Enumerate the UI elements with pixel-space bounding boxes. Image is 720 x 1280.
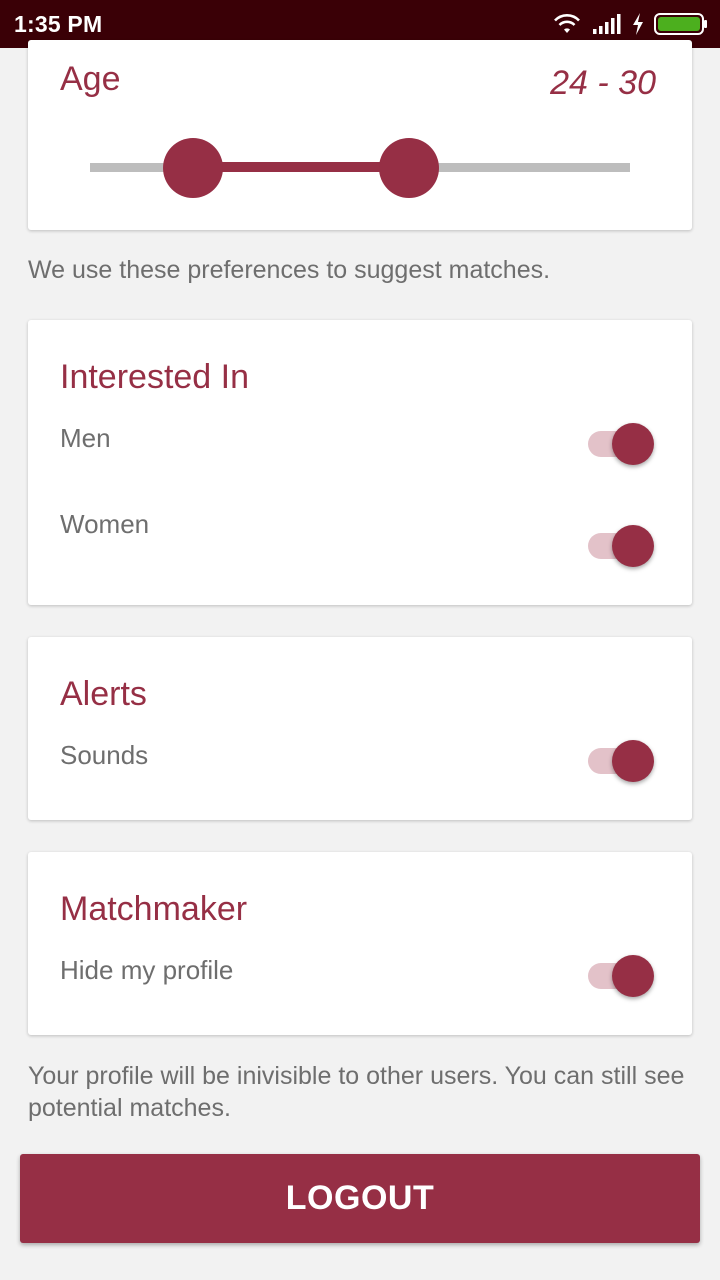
women-label: Women xyxy=(60,509,150,539)
women-toggle[interactable] xyxy=(588,525,654,567)
slider-active-range xyxy=(193,162,409,172)
interested-in-title: Interested In xyxy=(60,358,250,396)
age-max-handle[interactable] xyxy=(379,138,439,198)
sounds-toggle[interactable] xyxy=(588,740,654,782)
men-label: Men xyxy=(60,423,111,453)
preferences-info-text: We use these preferences to suggest matc… xyxy=(28,256,551,284)
men-toggle[interactable] xyxy=(588,423,654,465)
toggle-thumb xyxy=(612,423,654,465)
age-range-slider[interactable] xyxy=(90,138,630,198)
sounds-label: Sounds xyxy=(60,740,149,770)
hide-profile-toggle[interactable] xyxy=(588,955,654,997)
status-time: 1:35 PM xyxy=(14,10,103,37)
hide-profile-label: Hide my profile xyxy=(60,955,234,985)
age-min-handle[interactable] xyxy=(163,138,223,198)
logout-button[interactable]: LOGOUT xyxy=(20,1154,700,1243)
matchmaker-title: Matchmaker xyxy=(60,890,248,928)
matchmaker-info-text: Your profile will be inivisible to other… xyxy=(28,1062,685,1122)
toggle-thumb xyxy=(612,740,654,782)
matchmaker-card: Matchmaker Hide my profile xyxy=(28,852,692,1035)
age-range-value: 24 - 30 xyxy=(550,64,656,102)
wifi-icon xyxy=(552,12,582,36)
battery-icon xyxy=(654,12,708,36)
age-card: Age 24 - 30 xyxy=(28,40,692,230)
interested-in-card: Interested In Men Women xyxy=(28,320,692,605)
alerts-card: Alerts Sounds xyxy=(28,637,692,820)
toggle-thumb xyxy=(612,525,654,567)
alerts-title: Alerts xyxy=(60,675,147,713)
status-icons xyxy=(552,12,708,36)
charging-bolt-icon xyxy=(632,13,644,35)
toggle-thumb xyxy=(612,955,654,997)
cellular-signal-icon xyxy=(592,13,622,35)
age-title: Age xyxy=(60,60,121,98)
